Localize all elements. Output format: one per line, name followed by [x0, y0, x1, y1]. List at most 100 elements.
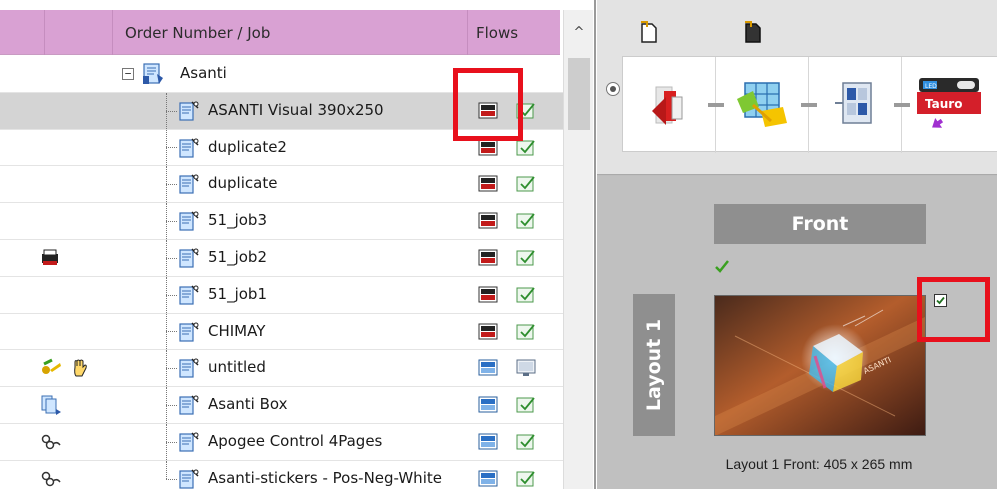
tree-connector — [166, 478, 177, 480]
link-icon — [41, 434, 61, 450]
panel-splitter[interactable] — [594, 0, 596, 489]
tree-root-label: Asanti — [180, 64, 227, 82]
layout-tab-label: Layout 1 — [643, 318, 665, 412]
row-status-icons — [40, 431, 62, 453]
flow-printer-icon[interactable] — [478, 396, 498, 413]
job-label: untitled — [208, 358, 266, 377]
job-icon — [179, 138, 199, 158]
layout-panel: LED Tauro Front Layout 1 ASANTI Layout 1… — [597, 0, 997, 489]
flow-checked-icon[interactable] — [516, 469, 536, 488]
flow-printer-icon[interactable] — [478, 359, 498, 376]
collapse-icon[interactable]: − — [122, 68, 134, 80]
job-icon — [179, 432, 199, 452]
check-icon — [715, 260, 729, 273]
flow-checked-icon[interactable] — [516, 395, 536, 414]
flow-monitor-icon[interactable] — [516, 358, 536, 377]
key-icon — [42, 359, 61, 375]
table-row[interactable]: 51_job3 — [0, 203, 563, 240]
highlight-box-checkbox — [917, 277, 990, 342]
flow-printer-icon[interactable] — [478, 175, 498, 192]
new-layout-icon[interactable] — [743, 20, 763, 44]
job-rows: ASANTI Visual 390x250 duplicate2 duplicate… — [0, 92, 563, 489]
job-icon — [179, 211, 199, 231]
highlight-box-flow — [453, 68, 523, 141]
tree-header: Order Number / Job Flows — [0, 10, 560, 55]
table-row[interactable]: 51_job1 — [0, 276, 563, 314]
row-status-icons — [40, 357, 90, 379]
table-row[interactable]: CHIMAY — [0, 313, 563, 351]
order-folder-icon — [143, 63, 163, 84]
layout-tab[interactable]: Layout 1 — [633, 294, 675, 436]
flow-printer-icon[interactable] — [478, 323, 498, 340]
job-label: 51_job1 — [208, 284, 267, 303]
process-icon — [41, 395, 61, 416]
scroll-thumb[interactable] — [568, 58, 590, 130]
tree-connector — [166, 257, 177, 259]
layout-thumbnail[interactable]: ASANTI — [714, 295, 926, 436]
job-label: duplicate — [208, 174, 278, 193]
job-icon — [179, 322, 199, 342]
flow-stages: LED Tauro — [622, 56, 997, 153]
table-row[interactable]: Asanti-stickers - Pos-Neg-White — [0, 460, 563, 489]
imposition-stage-icon — [737, 82, 787, 127]
tree-connector — [166, 110, 177, 112]
new-document-icon[interactable] — [639, 20, 659, 44]
flow-printer-icon[interactable] — [478, 433, 498, 450]
flow-printer-icon[interactable] — [478, 139, 498, 156]
flow-checked-icon[interactable] — [516, 322, 536, 341]
table-row[interactable]: duplicate — [0, 166, 563, 204]
layout-caption: Layout 1 Front: 405 x 265 mm — [725, 456, 913, 472]
column-header-order-number[interactable]: Order Number / Job — [113, 10, 468, 55]
job-label: CHIMAY — [208, 321, 266, 340]
hand-icon — [74, 359, 87, 377]
tree-connector — [166, 221, 177, 223]
tree-connector — [166, 460, 167, 479]
table-row[interactable]: untitled — [0, 350, 563, 388]
side-tab-front[interactable]: Front — [714, 204, 926, 244]
job-label: Apogee Control 4Pages — [208, 431, 383, 450]
job-label: 51_job2 — [208, 247, 267, 266]
input-stage[interactable] — [623, 57, 716, 153]
layout-stage-icon — [835, 82, 872, 124]
tree-connector — [166, 405, 177, 407]
artwork-preview: ASANTI — [715, 296, 925, 435]
imposition-stage[interactable] — [716, 57, 809, 153]
column-header-status-b[interactable] — [45, 10, 113, 55]
job-label: duplicate2 — [208, 137, 287, 156]
table-row[interactable]: Asanti Box — [0, 387, 563, 424]
job-icon — [179, 248, 199, 268]
tree-connector — [166, 441, 177, 443]
tree-connector — [166, 331, 177, 333]
row-status-icons — [40, 247, 60, 269]
row-status-icons — [40, 468, 62, 489]
job-tree-panel: Order Number / Job Flows − Asanti ASANTI… — [0, 0, 596, 489]
flow-printer-icon[interactable] — [478, 249, 498, 266]
flow-checked-icon[interactable] — [516, 211, 536, 230]
flow-strip: LED Tauro — [597, 0, 997, 175]
job-label: Asanti Box — [208, 395, 288, 414]
tree-connector — [166, 294, 177, 296]
flow-checked-icon[interactable] — [516, 174, 536, 193]
flow-printer-icon[interactable] — [478, 470, 498, 487]
flow-printer-icon[interactable] — [478, 212, 498, 229]
tree-connector — [166, 368, 177, 370]
flow-checked-icon[interactable] — [516, 285, 536, 304]
job-label: ASANTI Visual 390x250 — [208, 100, 384, 119]
job-label: 51_job3 — [208, 211, 267, 230]
job-label: Asanti-stickers - Pos-Neg-White — [208, 468, 442, 487]
svg-text:LED: LED — [925, 83, 937, 90]
vertical-scrollbar[interactable]: ^ — [563, 10, 593, 489]
tree-connector — [166, 184, 177, 186]
flow-checked-icon[interactable] — [516, 248, 536, 267]
table-row[interactable]: 51_job2 — [0, 239, 563, 277]
column-header-flows[interactable]: Flows — [468, 10, 560, 55]
scroll-up-button[interactable]: ^ — [564, 10, 594, 55]
table-row[interactable]: Apogee Control 4Pages — [0, 423, 563, 461]
flow-start-node[interactable] — [606, 82, 620, 96]
flow-checked-icon[interactable] — [516, 432, 536, 451]
flow-printer-icon[interactable] — [478, 286, 498, 303]
printer-stage[interactable]: LED Tauro — [902, 57, 995, 153]
row-status-icons — [40, 394, 62, 416]
layout-stage[interactable] — [809, 57, 902, 153]
column-header-status-a[interactable] — [0, 10, 45, 55]
